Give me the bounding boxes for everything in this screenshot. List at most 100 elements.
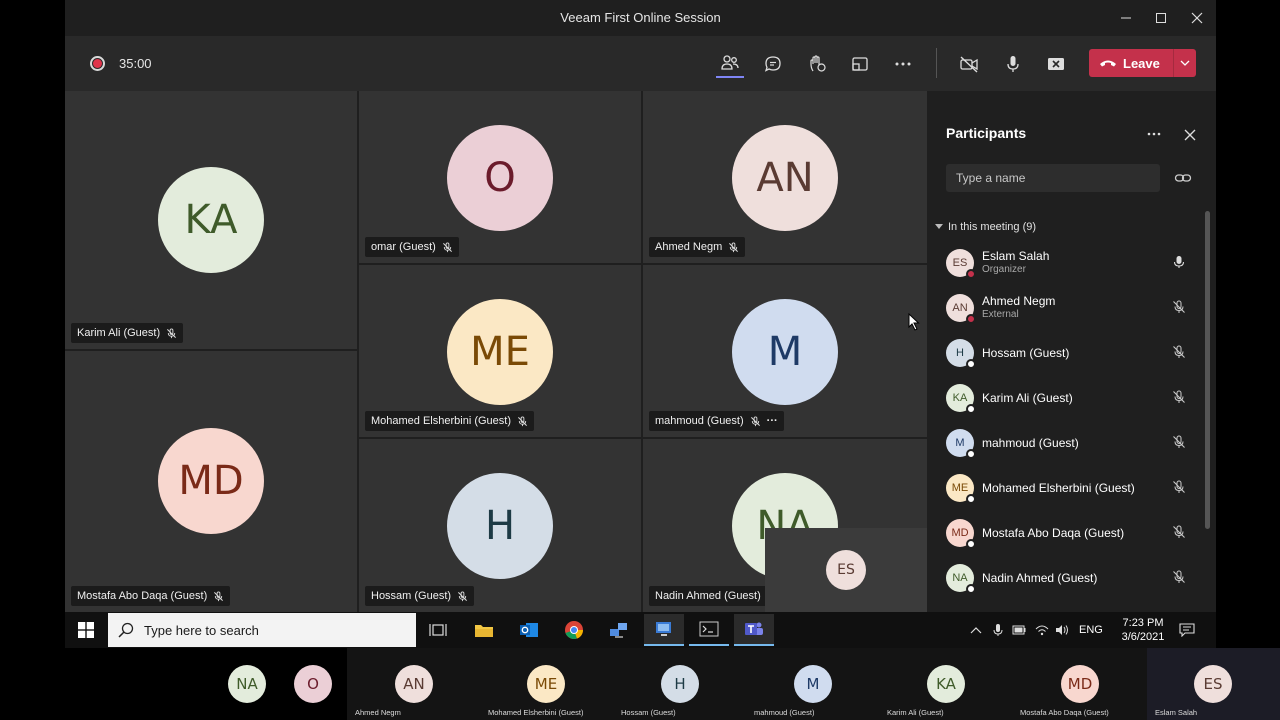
leave-options-button[interactable] (1174, 60, 1196, 66)
video-tile[interactable]: MD Mostafa Abo Daqa (Guest) (65, 351, 357, 612)
mic-off-icon[interactable] (1172, 525, 1186, 539)
leave-main[interactable]: Leave (1089, 49, 1173, 77)
tray-wifi[interactable] (1035, 612, 1049, 648)
video-tile[interactable]: H Hossam (Guest) (359, 439, 641, 612)
tray-clock[interactable]: 7:23 PM 3/6/2021 (1113, 616, 1173, 644)
mic-off-icon[interactable] (1172, 300, 1186, 314)
participant-row[interactable]: Mmahmoud (Guest) (946, 423, 1186, 463)
tray-mic[interactable] (993, 612, 1003, 648)
action-center-button[interactable] (1179, 612, 1195, 648)
mic-off-icon[interactable] (1172, 345, 1186, 359)
close-icon (1184, 129, 1196, 141)
share-content-button[interactable] (846, 50, 874, 78)
camera-toggle-button[interactable] (955, 50, 983, 78)
participant-name: Mostafa Abo Daqa (Guest) (77, 590, 208, 602)
participant-row[interactable]: ES Eslam Salah Organizer (946, 243, 1186, 283)
mouse-cursor-icon (908, 313, 920, 331)
meeting-toolbar: 35:00 Leave (65, 36, 1216, 91)
presence-indicator (966, 494, 976, 504)
video-tile[interactable]: KA Karim Ali (Guest) (65, 91, 357, 349)
video-tile[interactable]: Mmahmoud (Guest) ··· (643, 265, 927, 437)
participant-name: Hossam (Guest) (371, 590, 452, 602)
minimize-button[interactable] (1111, 6, 1141, 30)
taskbar-search-box[interactable]: Type here to search (108, 613, 416, 647)
taskbar-terminal[interactable] (689, 614, 729, 646)
self-view-tile[interactable]: ES (765, 528, 927, 612)
more-icon[interactable]: ··· (767, 415, 778, 427)
mic-off-icon[interactable] (1172, 390, 1186, 404)
minimize-icon (1121, 17, 1131, 19)
task-view-icon (429, 624, 447, 636)
start-button[interactable] (65, 612, 107, 648)
gallery-avatar[interactable]: M (794, 665, 832, 703)
chrome-icon (565, 621, 583, 640)
stop-sharing-button[interactable] (1042, 50, 1070, 78)
panel-scrollbar[interactable] (1205, 211, 1210, 529)
microphone-icon[interactable] (1172, 255, 1186, 269)
tray-language[interactable]: ENG (1079, 612, 1103, 648)
gallery-avatar[interactable]: NA (228, 665, 266, 703)
mic-off-icon[interactable] (1172, 480, 1186, 494)
gallery-avatar[interactable]: O (294, 665, 332, 703)
taskbar-teams[interactable] (734, 614, 774, 646)
terminal-icon (699, 621, 719, 637)
participant-name: Mohamed Elsherbini (Guest) (371, 415, 512, 427)
microphone-icon (1007, 56, 1019, 72)
participant-text: mahmoud (Guest) (982, 436, 1079, 450)
taskbar-network-app[interactable] (599, 614, 639, 646)
mic-off-icon[interactable] (1172, 570, 1186, 584)
tray-date: 3/6/2021 (1121, 631, 1165, 643)
participant-row[interactable]: NA Nadin Ahmed (Guest) (946, 558, 1186, 598)
participant-row[interactable]: KA Karim Ali (Guest) (946, 378, 1186, 418)
gallery-avatar[interactable]: ME (527, 665, 565, 703)
tray-volume[interactable] (1055, 612, 1069, 648)
taskbar-outlook[interactable] (509, 614, 549, 646)
camera-off-icon (960, 56, 978, 73)
video-tile[interactable]: ME Mohamed Elsherbini (Guest) (359, 265, 641, 437)
gallery-strip: NA O AN Ahmed Negm ME Mohamed Elsherbini (Gue… (0, 648, 1280, 720)
taskbar-chrome[interactable] (554, 614, 594, 646)
more-icon (1147, 132, 1161, 136)
participant-avatar: NA (946, 564, 976, 594)
gallery-avatar[interactable]: KA (927, 665, 965, 703)
wifi-icon (1035, 625, 1049, 636)
mic-off-icon[interactable] (1172, 435, 1186, 449)
gallery-avatar[interactable]: H (661, 665, 699, 703)
close-window-button[interactable] (1182, 6, 1212, 30)
participant-name: Karim Ali (Guest) (982, 391, 1073, 405)
avatar-initials: KA (952, 392, 968, 404)
leave-button[interactable]: Leave (1089, 49, 1196, 77)
chat-button[interactable] (759, 50, 787, 78)
video-tile[interactable]: Oomar (Guest) (359, 91, 641, 263)
participant-search-input[interactable]: Type a name (946, 164, 1160, 192)
panel-more-button[interactable] (1145, 127, 1163, 141)
share-invite-button[interactable] (1174, 170, 1192, 186)
maximize-icon (1156, 13, 1166, 23)
gallery-avatar[interactable]: MD (1061, 665, 1099, 703)
participant-row[interactable]: AN Ahmed Negm External (946, 288, 1186, 328)
battery-icon (1012, 625, 1026, 635)
more-icon (895, 62, 911, 66)
tray-battery[interactable] (1012, 612, 1026, 648)
tray-show-hidden-icons[interactable] (970, 612, 982, 648)
taskbar-file-explorer[interactable] (464, 614, 504, 646)
recording-icon (90, 56, 105, 71)
gallery-avatar[interactable]: ES (1194, 665, 1232, 703)
mic-toggle-button[interactable] (999, 50, 1027, 78)
notification-icon (1179, 623, 1195, 637)
participant-row[interactable]: ME Mohamed Elsherbini (Guest) (946, 468, 1186, 508)
taskbar-remote-desktop[interactable] (644, 614, 684, 646)
more-actions-button[interactable] (889, 50, 917, 78)
participant-row[interactable]: MD Mostafa Abo Daqa (Guest) (946, 513, 1186, 553)
maximize-button[interactable] (1146, 6, 1176, 30)
in-meeting-section-header[interactable]: In this meeting (9) (935, 221, 1036, 233)
task-view-button[interactable] (418, 614, 458, 646)
avatar-initials: ES (952, 257, 968, 269)
reactions-button[interactable] (803, 50, 831, 78)
show-participants-button[interactable] (716, 50, 744, 78)
video-tile[interactable]: AN Ahmed Negm (643, 91, 927, 263)
gallery-avatar[interactable]: AN (395, 665, 433, 703)
participant-avatar: O (447, 125, 553, 231)
participant-row[interactable]: H Hossam (Guest) (946, 333, 1186, 373)
close-panel-button[interactable] (1183, 128, 1197, 142)
